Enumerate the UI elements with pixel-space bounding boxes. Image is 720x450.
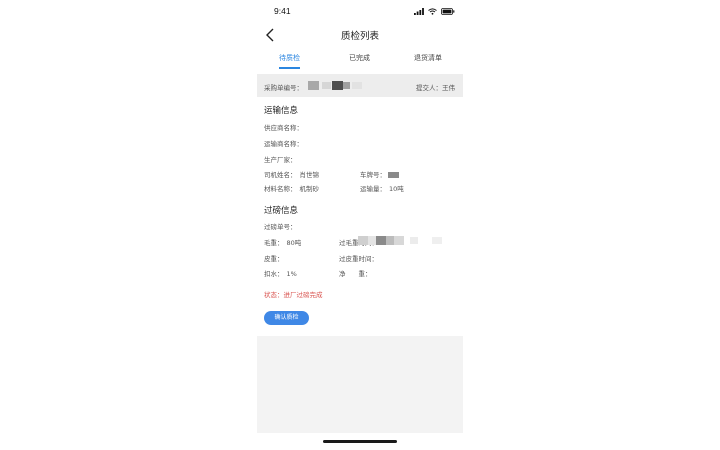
ticket-field: 过磅单号： xyxy=(264,221,297,231)
gross-weight-label: 毛重： xyxy=(264,239,284,247)
deduct-label: 扣水： xyxy=(264,270,284,278)
status-time: 9:41 xyxy=(274,6,291,16)
transport-section-title: 运输信息 xyxy=(264,106,299,116)
driver-value: 肖世锦 xyxy=(299,171,320,179)
status-icons xyxy=(414,7,455,15)
plate-redacted xyxy=(388,172,400,178)
manufacturer-field: 生产厂家： xyxy=(264,154,297,164)
bottom-empty-area xyxy=(257,336,463,433)
tare-weight-field: 皮重： xyxy=(264,253,284,263)
deduct-value: 1% xyxy=(286,270,297,278)
tare-weight-label: 皮重： xyxy=(264,255,284,263)
carrier-field: 运输商名称： xyxy=(264,138,303,148)
plate-field: 车牌号： xyxy=(360,169,400,179)
confirm-inspection-button[interactable]: 确认质检 xyxy=(264,311,309,325)
ticket-label: 过磅单号： xyxy=(264,223,297,231)
material-label: 材料名称： xyxy=(264,185,297,193)
manufacturer-label: 生产厂家： xyxy=(264,156,297,164)
plate-label: 车牌号： xyxy=(360,171,386,179)
page-title: 质检列表 xyxy=(340,31,379,42)
battery-icon xyxy=(441,7,455,15)
tab-completed[interactable]: 已完成 xyxy=(349,53,370,63)
tab-bar: 待质检 已完成 退货清单 xyxy=(257,50,463,70)
nav-bar: 质检列表 xyxy=(257,24,463,46)
material-value: 机制砂 xyxy=(299,185,320,193)
status-text: 状态：进厂过磅完成 xyxy=(264,291,323,299)
wifi-icon xyxy=(428,7,437,15)
order-number-redacted xyxy=(308,81,364,90)
gross-weight-value: 80吨 xyxy=(286,239,302,247)
volume-field: 运输量： 10吨 xyxy=(360,183,404,193)
supplier-field: 供应商名称： xyxy=(264,122,303,132)
volume-value: 10吨 xyxy=(389,185,404,193)
tab-pending[interactable]: 待质检 xyxy=(279,53,300,63)
tab-return-list[interactable]: 退货清单 xyxy=(414,53,442,63)
net-weight-label: 净 重： xyxy=(339,270,372,278)
volume-label: 运输量： xyxy=(360,185,386,193)
home-indicator xyxy=(323,440,397,443)
order-number-label: 采购单编号： xyxy=(264,84,303,92)
submitter-label: 提交人： xyxy=(416,84,442,92)
tare-time-field: 过皮重时间： xyxy=(339,253,378,263)
deduct-field: 扣水： 1% xyxy=(264,268,297,278)
submitter-name: 王伟 xyxy=(442,84,455,92)
order-bar: 采购单编号： 提交人：王伟 xyxy=(257,74,463,97)
status-bar: 9:41 xyxy=(257,0,463,22)
phone-screen: 9:41 质检列表 待质检 已完成 退货清单 采购单编号： 提交人：王伟 运输信… xyxy=(257,0,463,450)
driver-field: 司机姓名： 肖世锦 xyxy=(264,169,319,179)
gross-weight-field: 毛重： 80吨 xyxy=(264,237,301,247)
tare-time-label: 过皮重时间： xyxy=(339,255,378,263)
driver-label: 司机姓名： xyxy=(264,171,297,179)
net-weight-field: 净 重： xyxy=(339,268,372,278)
tab-indicator xyxy=(279,67,300,69)
signal-icon xyxy=(414,7,424,15)
supplier-label: 供应商名称： xyxy=(264,124,303,132)
gross-time-redacted xyxy=(358,236,448,245)
carrier-label: 运输商名称： xyxy=(264,140,303,148)
material-field: 材料名称： 机制砂 xyxy=(264,183,319,193)
submitter: 提交人：王伟 xyxy=(416,82,455,92)
weighing-section-title: 过磅信息 xyxy=(264,206,299,216)
